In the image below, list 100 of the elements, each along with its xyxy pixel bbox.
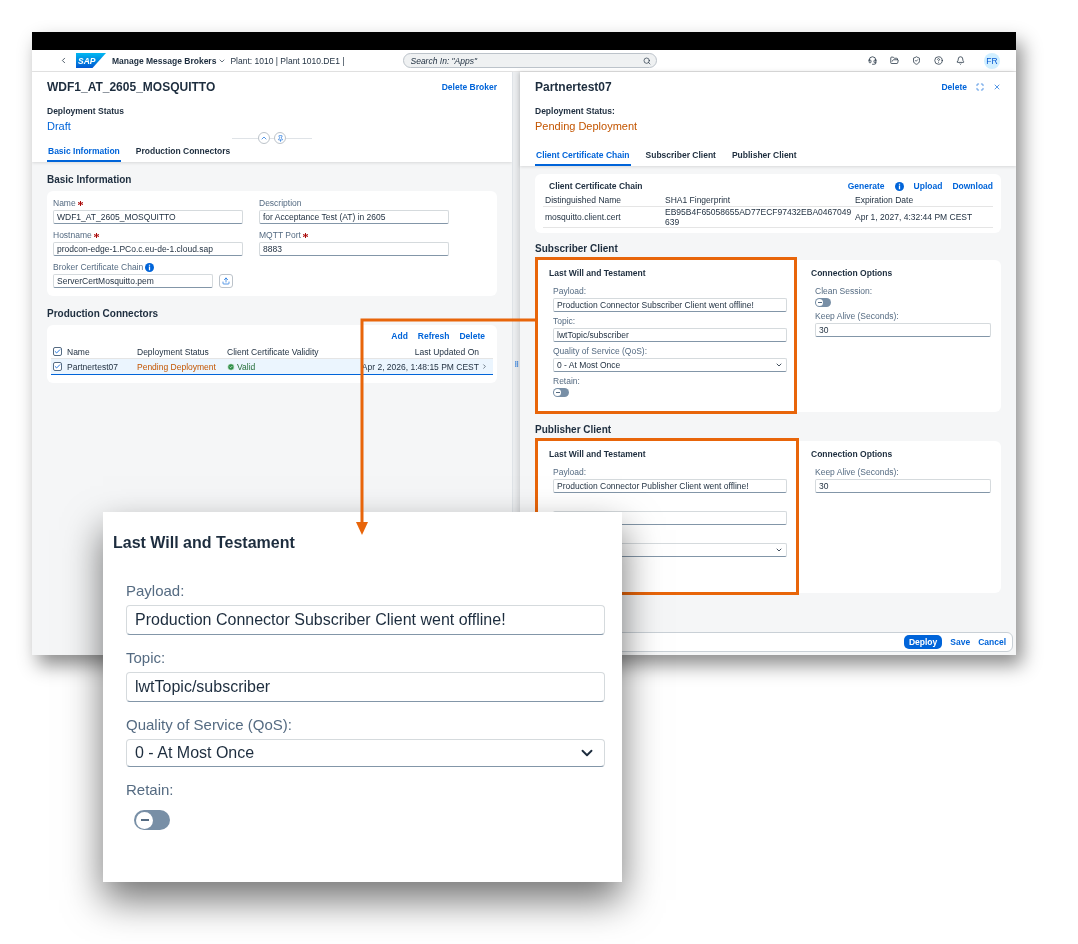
user-avatar[interactable]: FR — [984, 52, 1000, 69]
field-label: MQTT Port — [259, 230, 449, 240]
text-field[interactable]: lwtTopic/subscriber — [553, 328, 787, 342]
column-title: Last Will and Testament — [549, 449, 647, 459]
field-label: Payload: — [553, 467, 588, 477]
headset-icon[interactable] — [868, 56, 877, 65]
callout-title: Last Will and Testament — [113, 534, 296, 552]
section-title: Publisher Client — [535, 424, 613, 435]
search-field[interactable]: Search In: "Apps" — [402, 53, 657, 68]
toolbar-link[interactable]: Download — [952, 181, 993, 191]
text-field[interactable]: prodcon-edge-1.PCo.c.eu-de-1.cloud.sap — [53, 242, 243, 256]
text-field[interactable]: 30 — [815, 323, 991, 337]
shield-icon[interactable] — [912, 56, 921, 65]
text-field[interactable]: Production Connector Subscriber Client went offline! — [553, 298, 787, 312]
toggle-switch[interactable] — [815, 298, 831, 307]
chevron-down-icon — [775, 546, 783, 554]
field-label: Payload: — [126, 582, 186, 599]
pin-icon — [276, 134, 284, 142]
footer-link[interactable]: Cancel — [978, 637, 1006, 647]
help-icon[interactable] — [934, 56, 943, 65]
page-title: WDF1_AT_2605_MOSQUITTO — [47, 80, 216, 94]
field-label: Hostname — [53, 230, 243, 240]
tab[interactable]: Client Certificate Chain — [535, 148, 631, 166]
column-title: Connection Options — [811, 449, 894, 459]
field-label: Quality of Service (QoS): — [126, 716, 293, 733]
toolbar-link[interactable]: Add — [391, 331, 408, 341]
checkbox[interactable] — [53, 362, 62, 371]
text-field[interactable]: WDF1_AT_2605_MOSQUITTO — [53, 210, 243, 224]
field-label: Payload: — [553, 286, 588, 296]
back-icon[interactable] — [59, 56, 68, 65]
tab[interactable]: Publisher Client — [730, 148, 798, 166]
status-label: Deployment Status — [47, 106, 125, 116]
select-field[interactable]: 0 - At Most Once — [126, 739, 605, 767]
card-title: Client Certificate Chain — [549, 181, 643, 191]
grip-icon[interactable] — [513, 359, 520, 368]
app-title-menu[interactable]: Manage Message Brokers — [112, 55, 227, 66]
field-label: Description — [259, 198, 303, 208]
info-icon[interactable] — [894, 181, 904, 191]
status-value: Draft — [47, 120, 72, 132]
field-label: Keep Alive (Seconds): — [815, 467, 900, 477]
text-field[interactable]: 30 — [815, 479, 991, 493]
chevron-down-icon — [775, 361, 783, 369]
chevron-right-icon[interactable] — [481, 363, 488, 370]
field-label: Retain: — [553, 376, 581, 386]
field-label: Topic: — [126, 649, 167, 666]
column-header: Client Certificate Validity — [227, 346, 320, 357]
table-cell-text: EB95B4F65058655AD77ECF97432EBA0467049639 — [665, 207, 853, 227]
column-header: Distinguished Name — [545, 195, 623, 205]
bell-icon[interactable] — [956, 56, 965, 65]
delete-link[interactable]: Delete — [941, 82, 967, 92]
chevron-up-icon — [260, 134, 268, 142]
field-label: Name — [53, 198, 243, 208]
logo[interactable]: SAP — [76, 53, 106, 68]
deploy-button[interactable]: Deploy — [903, 635, 943, 649]
field-label: Retain: — [126, 781, 175, 798]
text-field[interactable]: for Acceptance Test (AT) in 2605 — [259, 210, 449, 224]
toolbar-link[interactable]: Delete — [459, 331, 485, 341]
table-cell-text: Apr 1, 2027, 4:32:44 PM CEST — [855, 212, 974, 222]
collapse-button[interactable] — [258, 132, 270, 144]
tab[interactable]: Basic Information — [47, 144, 121, 162]
section-title: Production Connectors — [47, 308, 160, 319]
field-label: Broker Certificate Chain — [53, 262, 243, 272]
tab[interactable]: Subscriber Client — [644, 148, 717, 166]
search-icon[interactable] — [642, 57, 651, 65]
field-label: Clean Session: — [815, 286, 874, 296]
close-icon[interactable] — [993, 83, 1001, 91]
toolbar-link[interactable]: Generate — [847, 181, 885, 191]
tab[interactable]: Production Connectors — [134, 144, 232, 162]
column-header: SHA1 Fingerprint — [665, 195, 732, 205]
column-title: Connection Options — [811, 268, 894, 278]
text-field[interactable]: Production Connector Publisher Client went offline! — [553, 479, 787, 493]
field-label: Keep Alive (Seconds): — [815, 311, 900, 321]
select-field[interactable]: 0 - At Most Once — [553, 358, 787, 372]
status-cell-text: Pending Deployment — [137, 361, 217, 372]
folder-icon[interactable] — [890, 56, 899, 65]
toggle-switch[interactable] — [553, 388, 569, 397]
status-value: Pending Deployment — [535, 120, 639, 132]
valid-status: Valid — [227, 361, 349, 372]
field-label: Quality of Service (QoS): — [553, 346, 648, 356]
check-circle-icon — [227, 362, 235, 371]
toolbar-link[interactable]: Upload — [913, 181, 943, 191]
column-header: Last Updated On — [413, 346, 480, 357]
context-text: Plant: 1010 | Plant 1010.DE1 | — [230, 55, 345, 66]
column-header: Name — [67, 346, 91, 357]
text-field[interactable]: Production Connector Subscriber Client went offline! — [126, 605, 605, 635]
column-title: Last Will and Testament — [549, 268, 647, 278]
text-field[interactable]: ServerCertMosquitto.pem — [53, 274, 213, 288]
delete-link[interactable]: Delete Broker — [441, 82, 497, 92]
section-title: Subscriber Client — [535, 243, 619, 254]
checkbox[interactable] — [53, 347, 62, 356]
field-label: Topic: — [553, 316, 577, 326]
text-field[interactable]: lwtTopic/subscriber — [126, 672, 605, 702]
table-cell-text: Partnertest07 — [67, 361, 120, 372]
toolbar-link[interactable]: Refresh — [417, 331, 450, 341]
info-icon[interactable] — [145, 262, 155, 272]
table-cell-text: mosquitto.client.cert — [545, 212, 622, 222]
upload-icon — [222, 277, 230, 285]
text-field[interactable]: 8883 — [259, 242, 449, 256]
footer-link[interactable]: Save — [950, 637, 971, 647]
toggle-switch[interactable] — [134, 810, 170, 830]
